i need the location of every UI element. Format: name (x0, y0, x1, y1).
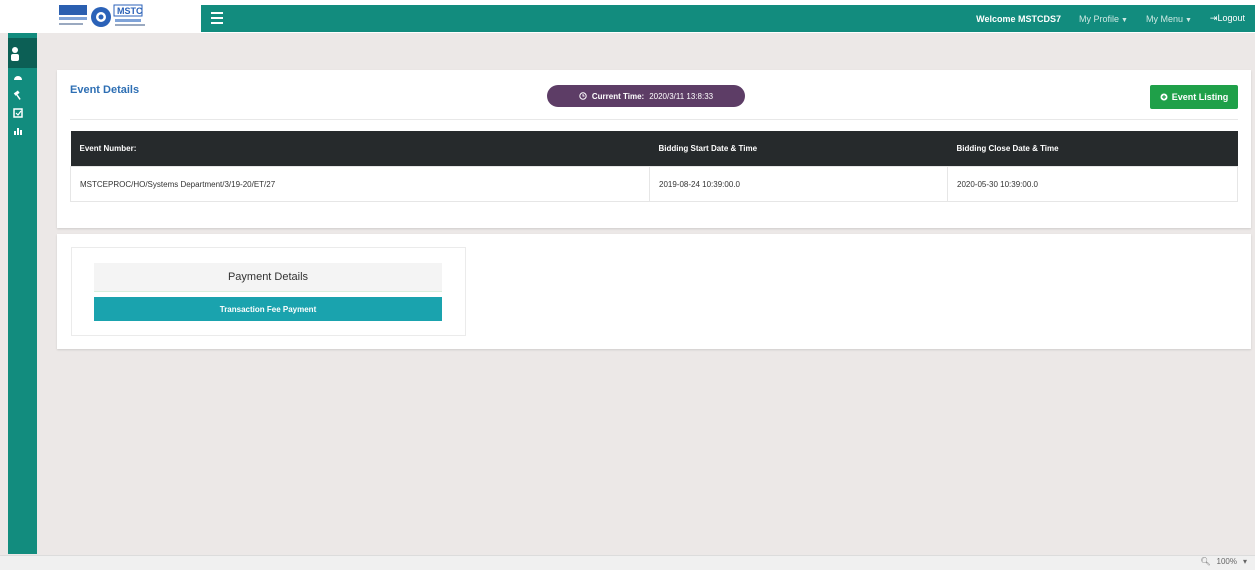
my-profile-label: My Profile (1079, 13, 1120, 24)
my-menu-label: My Menu (1145, 13, 1183, 24)
welcome-text: Welcome MSTCDS7 (976, 13, 1062, 24)
current-time-label: Current Time: (591, 91, 645, 101)
event-listing-button[interactable]: Event Listing (1150, 85, 1238, 109)
transaction-fee-payment-button[interactable]: Transaction Fee Payment (94, 297, 442, 321)
bar-chart-icon[interactable] (12, 126, 24, 138)
current-time-value: 2020/3/11 13:8:33 (649, 91, 714, 101)
my-menu-dropdown[interactable]: My Menu ▼ (1146, 14, 1192, 24)
events-table: Event Number: Bidding Start Date & Time … (70, 131, 1238, 202)
report-icon[interactable] (12, 108, 24, 120)
payment-details-title: Payment Details (94, 263, 442, 292)
mstc-logo: MSTC (59, 3, 155, 30)
column-header-bidding-start: Bidding Start Date & Time (649, 131, 948, 167)
gavel-icon[interactable] (12, 90, 24, 102)
zoom-control[interactable]: 🔍︎ 100% ▾ (1200, 557, 1247, 566)
event-details-title: Event Details (70, 84, 140, 96)
event-details-panel: Event Details Current Time: 2020/3/11 13… (57, 70, 1251, 228)
browser-status-bar: 🔍︎ 100% ▾ (0, 555, 1255, 570)
payment-panel: Payment Details Transaction Fee Payment (57, 234, 1251, 349)
table-row: MSTCEPROC/HO/Systems Department/3/19-20/… (70, 166, 1238, 202)
event-number-cell: MSTCEPROC/HO/Systems Department/3/19-20/… (70, 166, 650, 202)
caret-down-icon: ▼ (1184, 16, 1192, 24)
my-profile-dropdown[interactable]: My Profile ▼ (1079, 14, 1128, 24)
dashboard-icon[interactable] (12, 72, 24, 84)
bidding-start-cell: 2019-08-24 10:39:00.0 (649, 166, 948, 202)
event-listing-label: Event Listing (1171, 92, 1229, 102)
zoom-level: 100% (1216, 557, 1237, 566)
clock-icon (579, 92, 587, 100)
divider (70, 119, 1238, 120)
logout-label: Logout (1217, 13, 1245, 23)
column-header-bidding-close: Bidding Close Date & Time (947, 131, 1238, 167)
nav-right: Welcome MSTCDS7 My Profile ▼ My Menu ▼ ⇥Lo… (976, 5, 1245, 32)
hamburger-menu-icon[interactable] (211, 12, 223, 24)
payment-details-card: Payment Details Transaction Fee Payment (71, 247, 466, 336)
top-header: MSTC Welcome MSTCDS7 My Profile ▼ My Menu… (0, 0, 1255, 33)
bidding-close-cell: 2020-05-30 10:39:00.0 (947, 166, 1238, 202)
column-header-event-number: Event Number: (70, 131, 650, 167)
zoom-icon: 🔍︎ (1200, 557, 1211, 566)
main-navbar: Welcome MSTCDS7 My Profile ▼ My Menu ▼ ⇥Lo… (201, 5, 1255, 32)
logo-text: MSTC (117, 6, 143, 16)
caret-down-icon: ▼ (1121, 16, 1128, 24)
current-time-badge: Current Time: 2020/3/11 13:8:33 (547, 85, 745, 107)
user-icon (11, 47, 19, 61)
chevron-down-icon: ▾ (1242, 557, 1247, 566)
table-header-row: Event Number: Bidding Start Date & Time … (70, 131, 1238, 167)
logout-link[interactable]: ⇥Logout (1210, 13, 1245, 24)
user-avatar[interactable] (8, 38, 37, 68)
left-sidebar (8, 33, 37, 554)
plus-circle-icon (1160, 93, 1168, 101)
